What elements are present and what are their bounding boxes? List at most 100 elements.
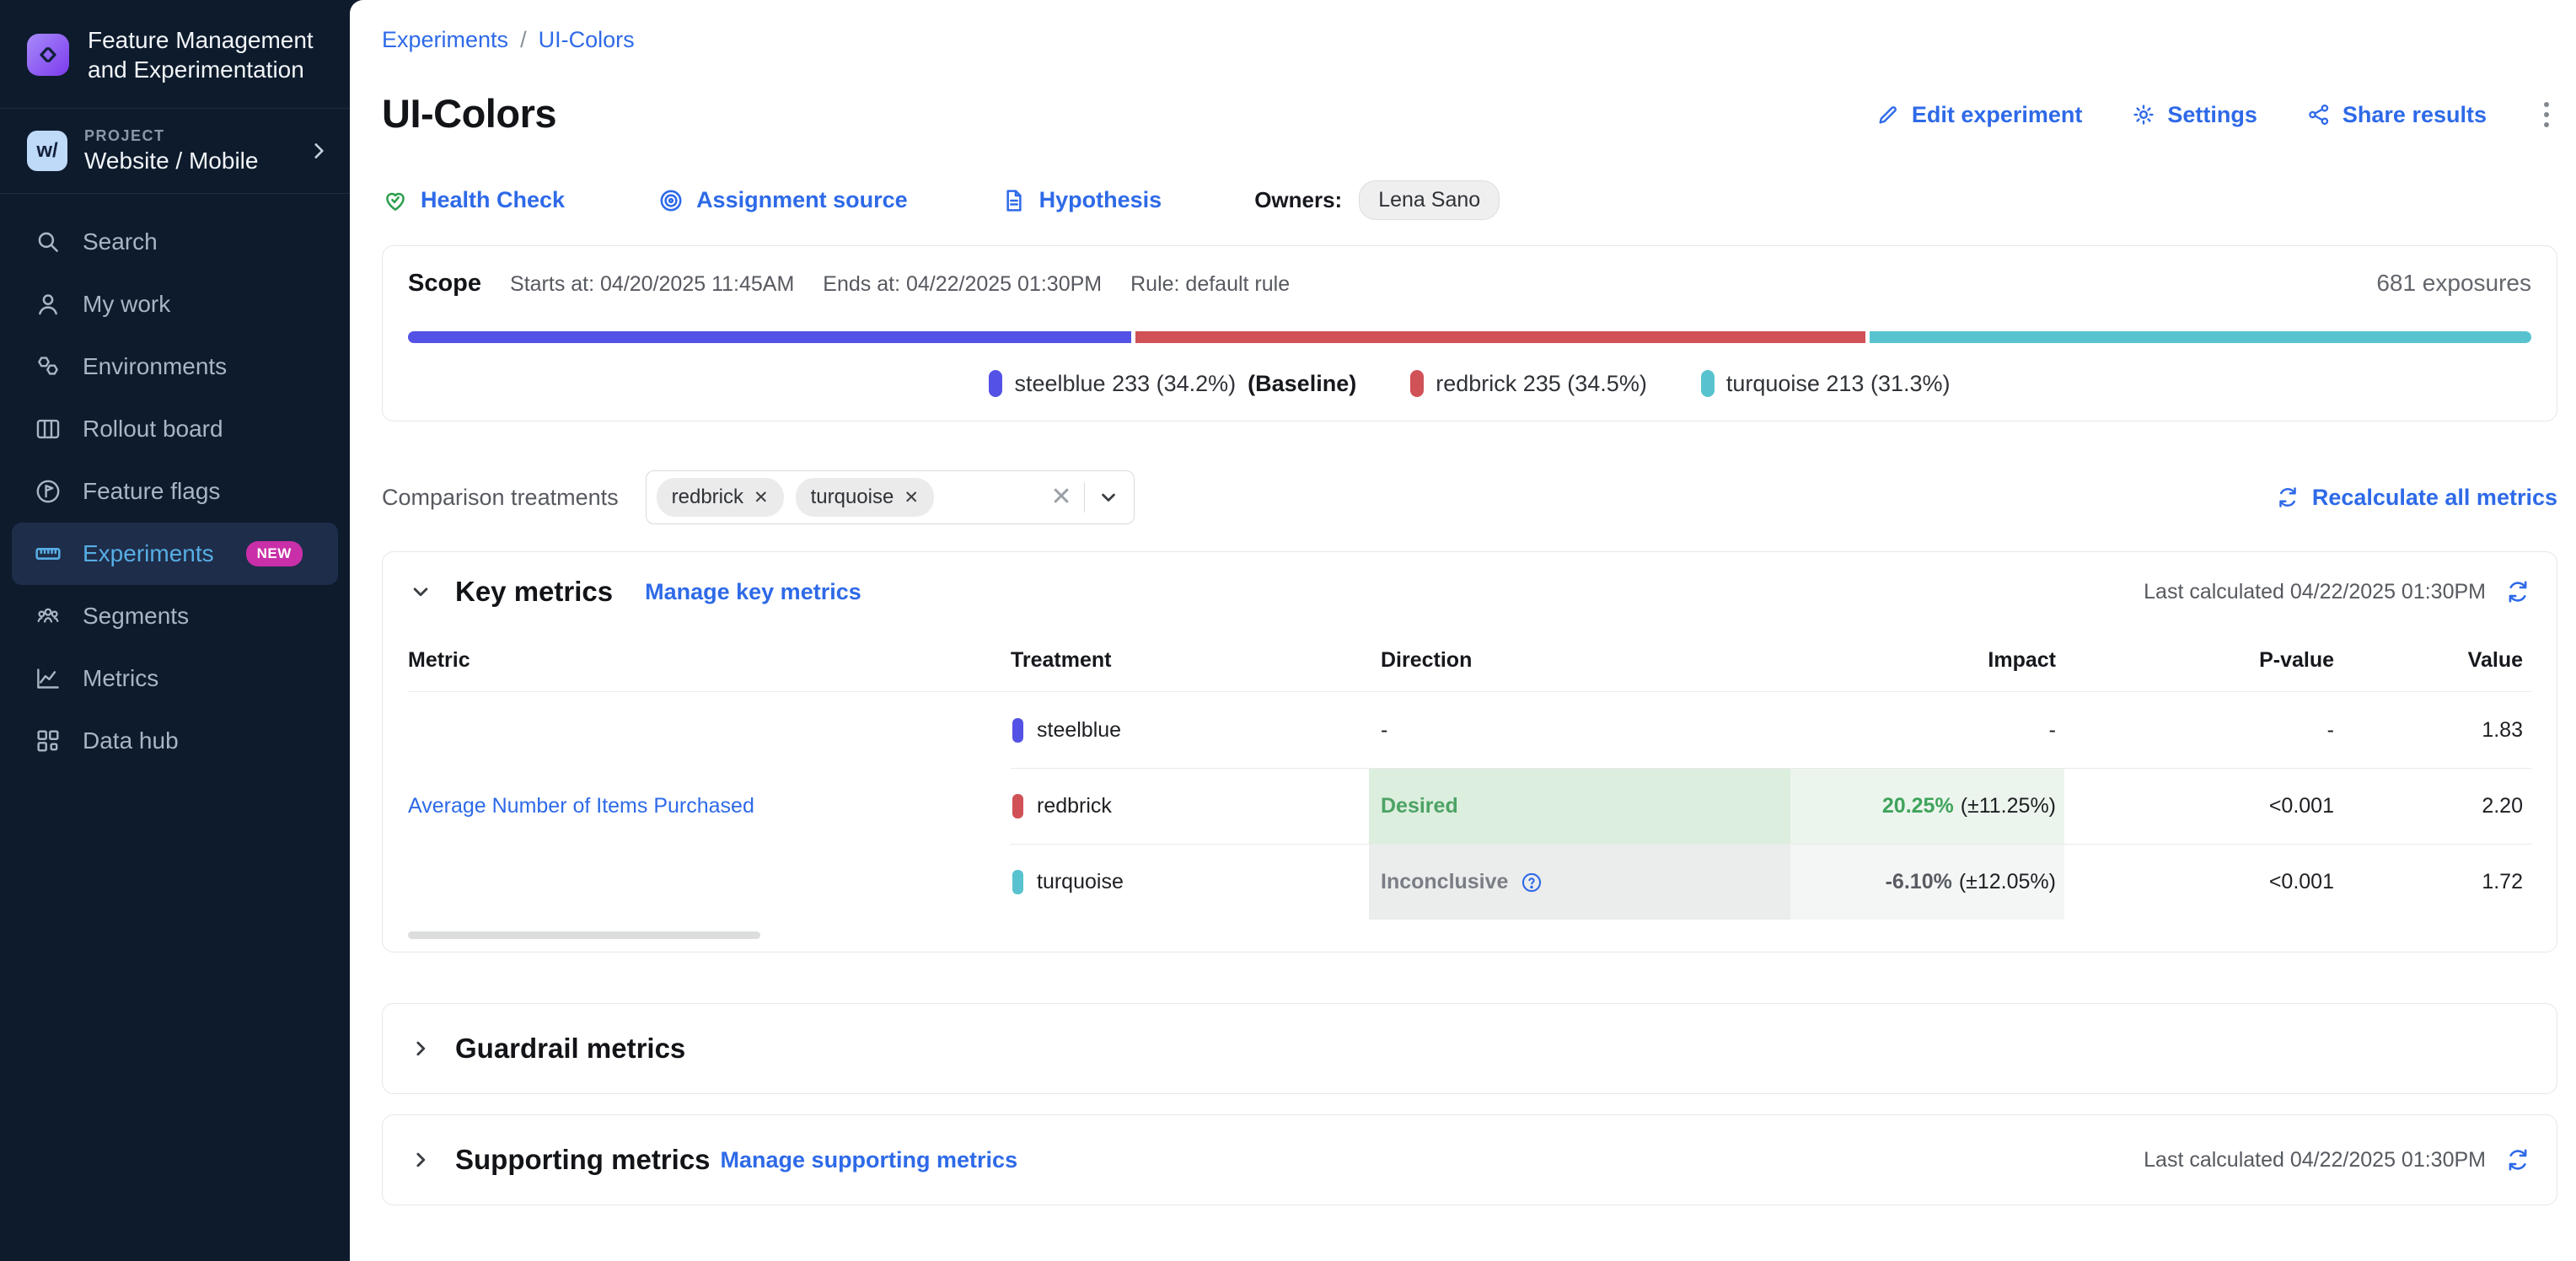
sidebar-item-data-hub[interactable]: Data hub [0,710,350,772]
manage-key-metrics-link[interactable]: Manage key metrics [645,579,861,605]
chip-turquoise: turquoise ✕ [796,478,934,517]
expand-supporting-metrics-icon[interactable] [408,1147,433,1172]
hexagons-icon [34,352,62,381]
col-header-direction: Direction [1369,633,1790,692]
treatment-cell-turquoise: turquoise [1011,844,1369,920]
distribution-segment-redbrick [1135,331,1865,343]
settings-button[interactable]: Settings [2131,102,2257,128]
sidebar-item-my-work[interactable]: My work [0,273,350,335]
scope-ends: Ends at: 04/22/2025 01:30PM [823,272,1102,297]
supporting-last-calculated: Last calculated 04/22/2025 01:30PM [2144,1148,2486,1172]
supporting-metrics-title: Supporting metrics [455,1144,711,1176]
assignment-source-link[interactable]: Assignment source [657,187,908,214]
scope-card: Scope Starts at: 04/20/2025 11:45AM Ends… [382,245,2557,421]
breadcrumb-separator: / [520,27,527,53]
redbrick-swatch [1410,370,1424,397]
scope-starts: Starts at: 04/20/2025 11:45AM [510,272,794,297]
hypothesis-link[interactable]: Hypothesis [1001,187,1162,214]
comparison-label: Comparison treatments [382,485,619,511]
edit-experiment-button[interactable]: Edit experiment [1876,102,2083,128]
redbrick-swatch [1012,794,1023,818]
pvalue-cell: - [2064,692,2343,768]
sidebar: Feature Management and Experimentation w… [0,0,350,1261]
document-icon [1001,187,1028,214]
main-content: Experiments / UI-Colors UI-Colors Edit e… [350,0,2576,1261]
guardrail-metrics-title: Guardrail metrics [455,1033,685,1065]
impact-cell: - [1790,692,2064,768]
project-name: Website / Mobile [84,148,258,174]
new-badge: NEW [246,541,303,566]
refresh-icon[interactable] [2504,578,2531,605]
comparison-treatments-select[interactable]: redbrick ✕ turquoise ✕ ✕ [646,470,1135,524]
remove-turquoise-icon[interactable]: ✕ [904,487,919,508]
value-cell: 1.83 [2343,692,2531,768]
col-header-treatment: Treatment [1011,633,1369,692]
impact-cell-inconclusive: -6.10% (±12.05%) [1790,844,2064,920]
legend-item-steelblue: steelblue 233 (34.2%) (Baseline) [989,370,1356,397]
treatment-cell-redbrick: redbrick [1011,768,1369,844]
key-metrics-last-calculated: Last calculated 04/22/2025 01:30PM [2144,580,2486,604]
chevron-down-icon[interactable] [1097,486,1120,509]
col-header-metric: Metric [408,633,1011,692]
sidebar-item-segments[interactable]: Segments [0,585,350,647]
sidebar-item-metrics[interactable]: Metrics [0,647,350,710]
people-icon [34,602,62,630]
collapse-key-metrics-icon[interactable] [408,579,433,604]
board-icon [34,415,62,443]
metric-name-cell: Average Number of Items Purchased [408,692,1011,920]
value-cell: 2.20 [2343,768,2531,844]
meta-links-row: Health Check Assignment source Hypothesi… [382,180,2557,220]
share-icon [2306,102,2332,127]
sidebar-item-rollout-board[interactable]: Rollout board [0,398,350,460]
treatment-legend: steelblue 233 (34.2%) (Baseline) redbric… [408,370,2531,397]
app-title: Feature Management and Experimentation [88,25,328,84]
project-avatar: w/ [27,131,67,171]
treatment-distribution-bar [408,331,2531,343]
legend-item-turquoise: turquoise 213 (31.3%) [1701,370,1951,397]
share-results-button[interactable]: Share results [2306,102,2487,128]
target-icon [657,187,684,214]
refresh-icon [2275,485,2300,510]
sidebar-item-search[interactable]: Search [0,211,350,273]
sidebar-nav: Search My work Environments Rollout boar… [0,194,350,772]
search-icon [34,228,62,256]
treatment-cell-steelblue: steelblue [1011,692,1369,768]
person-icon [34,290,62,319]
legend-item-redbrick: redbrick 235 (34.5%) [1410,370,1647,397]
gear-icon [2131,102,2156,127]
owner-pill[interactable]: Lena Sano [1359,180,1500,220]
distribution-segment-turquoise [1870,331,2531,343]
direction-cell-inconclusive: Inconclusive [1369,844,1790,920]
health-check-link[interactable]: Health Check [382,187,565,214]
remove-redbrick-icon[interactable]: ✕ [754,487,769,508]
value-cell: 1.72 [2343,844,2531,920]
manage-supporting-metrics-link[interactable]: Manage supporting metrics [721,1147,1018,1173]
more-options-button[interactable] [2536,97,2557,132]
scrollbar-thumb[interactable] [408,931,760,939]
scope-title: Scope [408,270,481,298]
expand-guardrail-metrics-icon[interactable] [408,1036,433,1061]
sidebar-item-feature-flags[interactable]: Feature flags [0,460,350,523]
clear-selection-icon[interactable]: ✕ [1050,485,1071,510]
project-label: PROJECT [84,127,258,145]
breadcrumb-experiments-link[interactable]: Experiments [382,27,508,53]
sidebar-item-environments[interactable]: Environments [0,335,350,398]
help-icon[interactable] [1520,871,1543,894]
breadcrumb-current-link[interactable]: UI-Colors [539,27,635,53]
sidebar-item-experiments[interactable]: Experiments NEW [12,523,338,585]
flag-circle-icon [34,477,62,506]
owners-label: Owners: [1254,187,1342,213]
guardrail-metrics-card: Guardrail metrics [382,1003,2557,1094]
col-header-value: Value [2343,633,2531,692]
col-header-pvalue: P-value [2064,633,2343,692]
grid-icon [34,727,62,755]
recalculate-all-metrics-button[interactable]: Recalculate all metrics [2275,485,2557,511]
refresh-icon[interactable] [2504,1146,2531,1173]
divider [1084,482,1085,512]
app-logo-row: Feature Management and Experimentation [0,0,350,108]
project-switcher[interactable]: w/ PROJECT Website / Mobile [0,109,350,193]
metric-link[interactable]: Average Number of Items Purchased [408,794,754,818]
key-metrics-table: Metric Treatment Direction Impact P-valu… [408,633,2531,920]
turquoise-swatch [1701,370,1715,397]
page-title: UI-Colors [382,90,556,137]
